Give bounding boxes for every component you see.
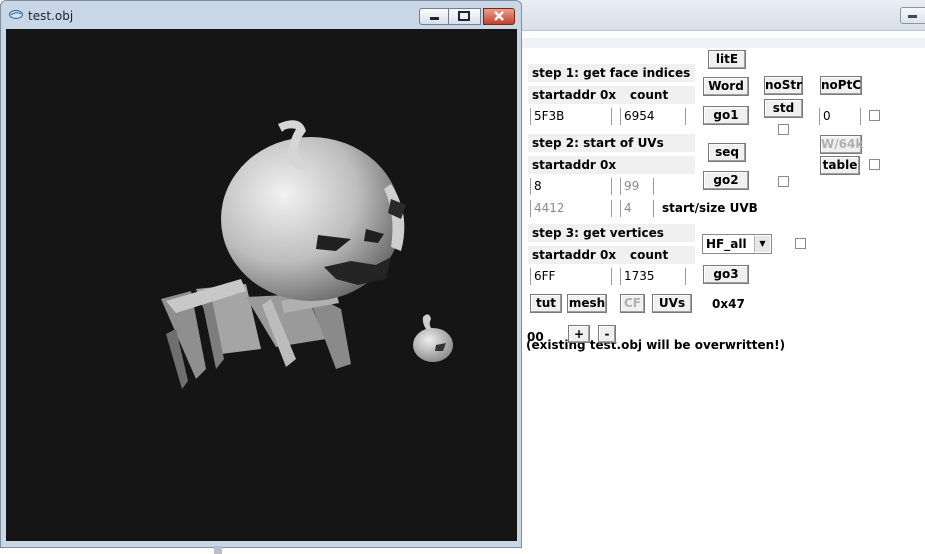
step1-startaddr-input[interactable]: 5F3B [530,108,612,125]
app-icon [9,10,23,19]
step1-heading: step 1: get face indices [528,64,695,82]
stepper-value[interactable]: 00 [524,329,564,346]
pumpkin-model-render [161,120,453,389]
uvb-label: start/size UVB [662,201,758,215]
mesh-button[interactable]: mesh [567,294,607,313]
format-select[interactable]: HF_all ▼ [702,234,772,254]
step2-heading: step 2: start of UVs [528,134,695,152]
3d-viewport[interactable] [6,29,517,541]
zero-input[interactable]: 0 [819,108,861,125]
minimize-icon [430,17,439,20]
viewer-window: test.obj [0,0,522,548]
word-button[interactable]: Word [703,77,749,96]
nostr-button[interactable]: noStr [764,76,803,95]
step2-startaddr-label: startaddr 0x [528,156,695,174]
chevron-down-icon[interactable]: ▼ [754,236,770,252]
go2-button[interactable]: go2 [703,171,749,190]
uvb-start-input: 4412 [530,200,612,217]
step3-count-input[interactable]: 1735 [620,268,686,285]
hex-value-label: 0x47 [712,297,745,311]
std-button[interactable]: std [764,99,803,118]
increment-button[interactable]: + [568,325,590,343]
noptc-button[interactable]: noPtC [820,76,862,95]
step3-startaddr-label: startaddr 0x count [528,246,695,264]
tool-minimize-button[interactable] [900,7,925,24]
tool-titlebar [520,0,925,31]
format-checkbox[interactable] [795,238,806,249]
w64k-button[interactable]: W/64k [820,135,863,154]
step1-count-input[interactable]: 6954 [620,108,686,125]
std-checkbox[interactable] [778,124,789,135]
step3-startaddr-input[interactable]: 6FF [530,268,612,285]
step2-value-b-input: 99 [620,178,654,195]
minimize-button[interactable] [419,8,449,25]
decrement-button[interactable]: - [598,325,616,343]
window-title: test.obj [28,9,74,23]
go3-button[interactable]: go3 [703,265,749,284]
step1-startaddr-text: startaddr 0x [532,88,617,102]
go1-button[interactable]: go1 [703,106,749,125]
step3-count-label: count [630,248,669,262]
table-checkbox[interactable] [869,159,880,170]
cf-button: CF [620,294,645,313]
lite-button[interactable]: litE [708,50,746,69]
checkbox-1[interactable] [869,110,880,121]
step1-startaddr-label: startaddr 0x count [528,86,695,104]
minimize-icon [908,15,917,18]
tut-button[interactable]: tut [530,294,562,313]
tool-menu-strip [520,38,925,48]
close-button[interactable] [483,8,515,25]
step3-heading: step 3: get vertices [528,224,695,242]
table-button[interactable]: table [820,156,860,175]
go2-checkbox[interactable] [778,176,789,187]
maximize-button[interactable] [449,8,481,25]
maximize-icon [458,11,470,21]
seq-button[interactable]: seq [708,143,746,162]
uvb-size-input: 4 [620,200,654,217]
step3-startaddr-text: startaddr 0x [532,248,617,262]
scroll-marker [214,546,222,554]
uvs-button[interactable]: UVs [652,294,692,313]
step1-count-label: count [630,88,669,102]
format-select-value: HF_all [706,237,747,251]
step2-value-a-input[interactable]: 8 [530,178,612,195]
close-icon [494,11,504,21]
